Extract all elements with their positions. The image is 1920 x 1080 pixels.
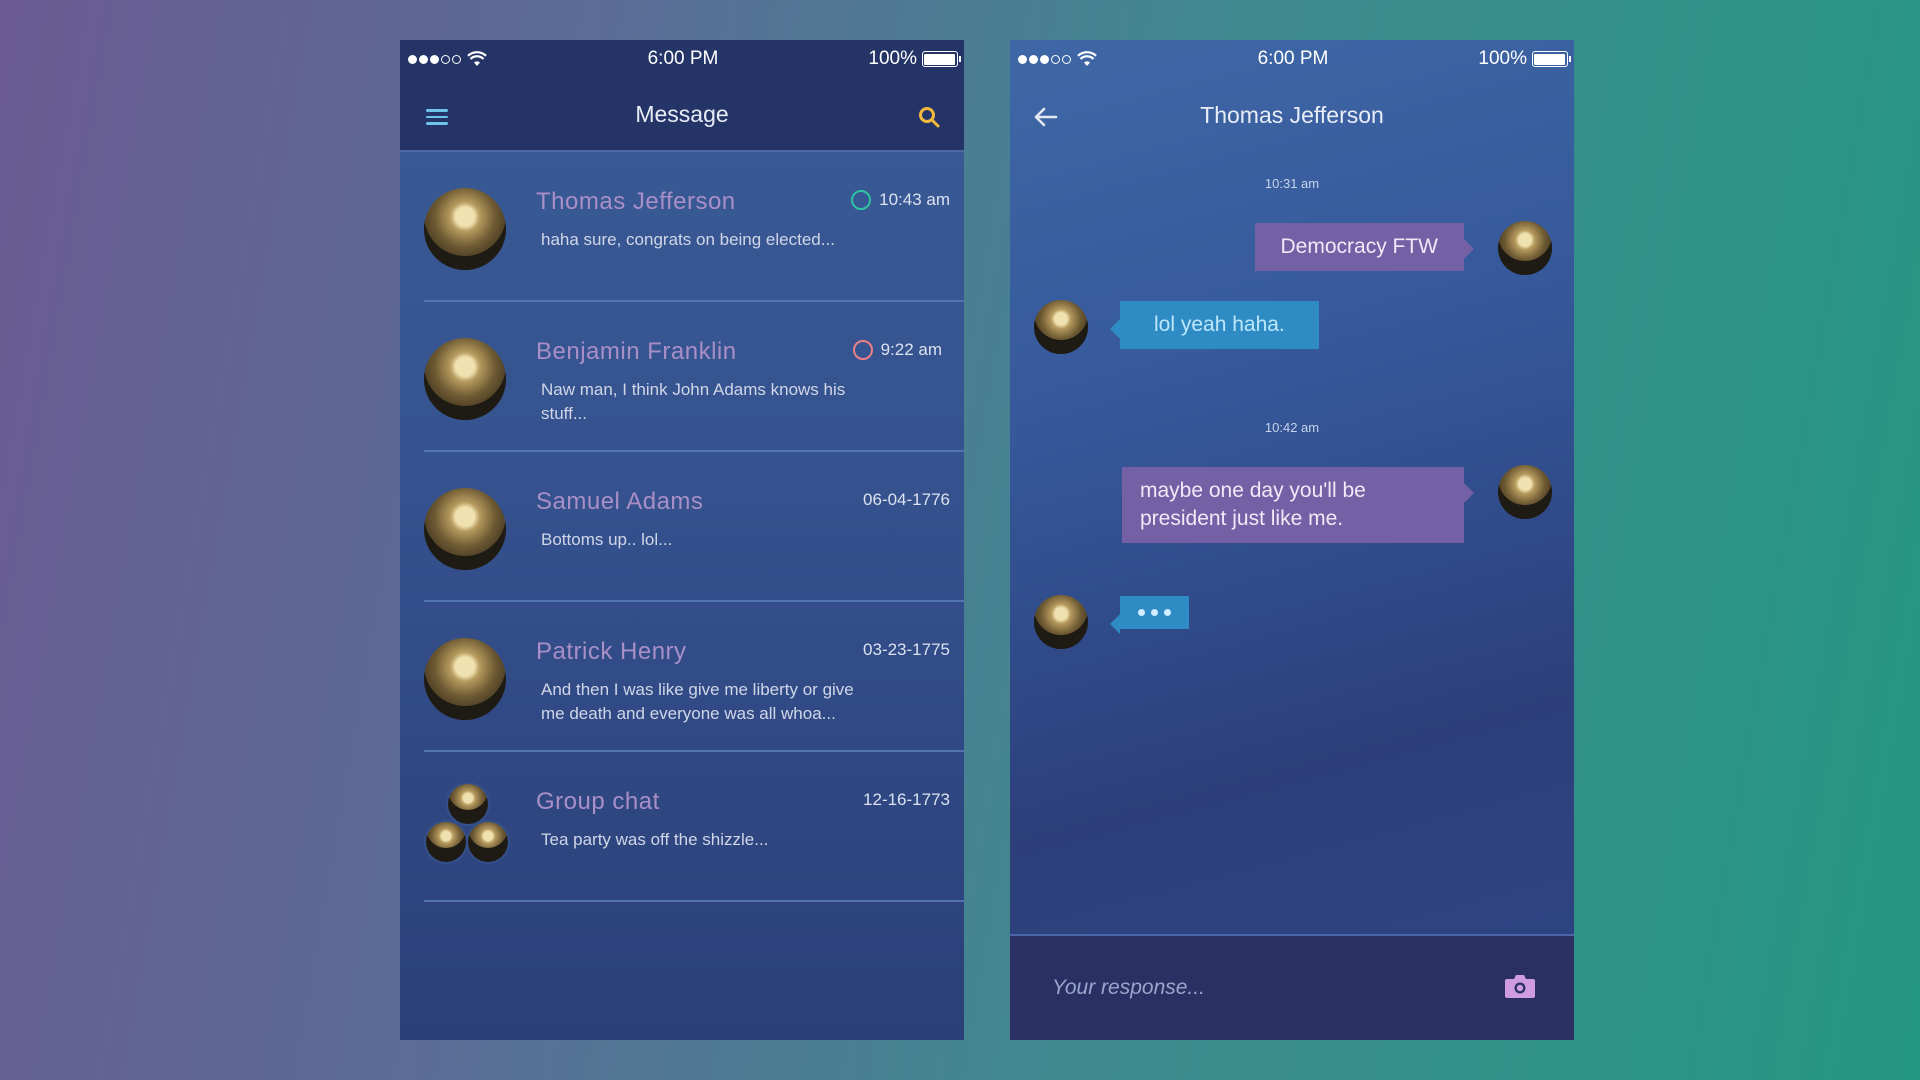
page-title: Message bbox=[635, 100, 729, 127]
contact-name: Thomas Jefferson bbox=[536, 188, 736, 215]
outgoing-message: maybe one day you'll be president just l… bbox=[1122, 467, 1474, 543]
message-list-screen: 6:00 PM 100% Message Thomas Jefferson 10… bbox=[400, 40, 964, 1040]
message-date: 06-04-1776 bbox=[863, 490, 950, 509]
conversation-item[interactable]: Thomas Jefferson 10:43 am haha sure, con… bbox=[424, 152, 964, 302]
contact-name: Patrick Henry bbox=[536, 638, 687, 665]
conversation-item[interactable]: Benjamin Franklin 9:22 am Naw man, I thi… bbox=[424, 302, 964, 452]
conversation-item[interactable]: Samuel Adams 06-04-1776 Bottoms up.. lol… bbox=[424, 452, 964, 602]
avatar bbox=[424, 820, 468, 864]
message-timestamp: 10:42 am bbox=[1264, 420, 1320, 435]
avatar bbox=[466, 820, 510, 864]
contact-name: Group chat bbox=[536, 788, 660, 815]
conversation-list: Thomas Jefferson 10:43 am haha sure, con… bbox=[400, 152, 964, 902]
avatar bbox=[1498, 221, 1552, 275]
message-date: 12-16-1773 bbox=[863, 790, 950, 809]
nav-bar: Message bbox=[400, 78, 964, 152]
conversation-item[interactable]: Patrick Henry 03-23-1775 And then I was … bbox=[424, 602, 964, 752]
back-arrow-icon[interactable] bbox=[1030, 102, 1060, 132]
typing-indicator bbox=[1110, 596, 1189, 634]
message-text: Democracy FTW bbox=[1280, 235, 1439, 258]
message-preview: Tea party was off the shizzle... bbox=[541, 830, 769, 849]
response-input[interactable] bbox=[1052, 976, 1472, 1000]
status-time: 6:00 PM bbox=[647, 48, 719, 69]
message-composer bbox=[1010, 934, 1574, 1040]
signal-strength-icon bbox=[408, 54, 461, 64]
message-text: lol yeah haha. bbox=[1154, 313, 1285, 336]
avatar bbox=[1034, 595, 1088, 649]
message-preview: Bottoms up.. lol... bbox=[541, 530, 673, 549]
contact-name: Benjamin Franklin bbox=[536, 338, 737, 365]
avatar bbox=[424, 338, 506, 420]
message-time: 10:43 am bbox=[879, 190, 950, 209]
avatar bbox=[1498, 465, 1552, 519]
wifi-icon bbox=[467, 51, 487, 66]
outgoing-message: Democracy FTW bbox=[1254, 223, 1474, 271]
search-icon[interactable] bbox=[914, 102, 944, 132]
message-time: 9:22 am bbox=[880, 340, 942, 359]
message-timestamp: 10:31 am bbox=[1264, 176, 1320, 191]
message-preview: Naw man, I think John Adams knows his st… bbox=[541, 380, 846, 423]
battery-percent: 100% bbox=[1478, 48, 1527, 69]
signal-strength-icon bbox=[1018, 54, 1071, 64]
avatar bbox=[424, 488, 506, 570]
message-text: maybe one day you'll be president just l… bbox=[1140, 479, 1366, 530]
away-status-icon bbox=[852, 340, 873, 360]
avatar bbox=[424, 188, 506, 270]
battery-percent: 100% bbox=[868, 48, 917, 69]
wifi-icon bbox=[1077, 51, 1097, 66]
status-bar: 6:00 PM 100% bbox=[1010, 40, 1574, 78]
menu-icon[interactable] bbox=[422, 102, 452, 132]
battery-icon bbox=[1531, 51, 1571, 67]
message-preview: And then I was like give me liberty or g… bbox=[541, 680, 854, 723]
avatar bbox=[424, 638, 506, 720]
online-status-icon bbox=[851, 190, 872, 210]
chat-title: Thomas Jefferson bbox=[1200, 101, 1384, 128]
camera-icon[interactable] bbox=[1504, 973, 1536, 1004]
battery-icon bbox=[921, 51, 961, 67]
avatar bbox=[1034, 300, 1088, 354]
message-date: 03-23-1775 bbox=[863, 640, 950, 659]
incoming-message: lol yeah haha. bbox=[1110, 301, 1319, 349]
status-time: 6:00 PM bbox=[1257, 48, 1329, 69]
chat-screen: 6:00 PM 100% Thomas Jefferson 10:31 am D… bbox=[1010, 40, 1574, 1040]
status-bar: 6:00 PM 100% bbox=[400, 40, 964, 78]
group-avatar bbox=[424, 782, 516, 872]
conversation-item[interactable]: Group chat 12-16-1773 Tea party was off … bbox=[424, 752, 964, 902]
nav-bar: Thomas Jefferson bbox=[1010, 78, 1574, 152]
message-preview: haha sure, congrats on being elected... bbox=[541, 230, 835, 249]
contact-name: Samuel Adams bbox=[536, 488, 704, 515]
